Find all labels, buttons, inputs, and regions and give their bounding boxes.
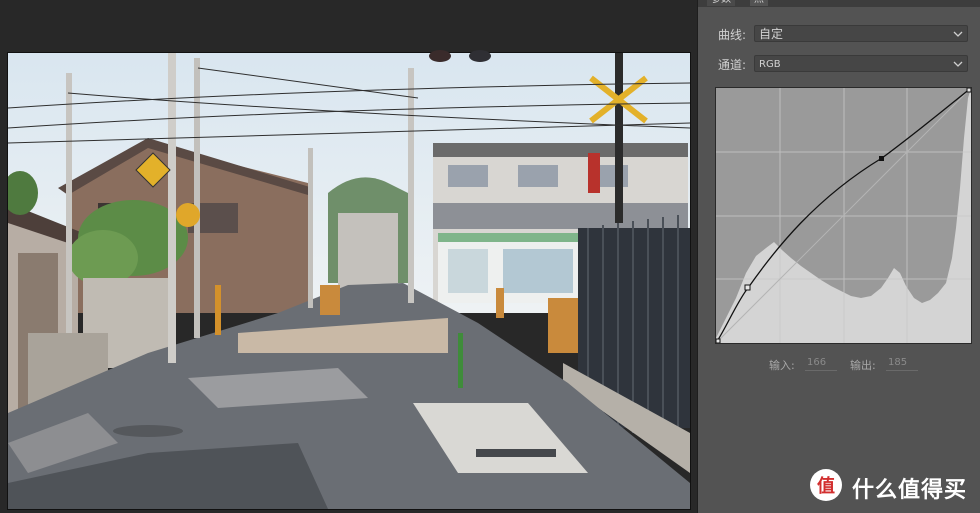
curves-properties-panel: 参数 点 曲线: 自定 通道: RGB (697, 0, 980, 513)
input-field[interactable]: 166 (805, 356, 837, 371)
channel-select[interactable]: RGB (754, 55, 968, 72)
logo-glyph: 值 (817, 475, 835, 497)
curve-point-shadow (744, 284, 751, 291)
curve-histogram-svg (715, 87, 972, 344)
signal-lights (429, 50, 491, 62)
curve-preset-label: 曲线: (718, 28, 747, 42)
canvas-area (0, 0, 697, 513)
curve-point-end (966, 87, 972, 93)
curve-graph[interactable] (715, 87, 972, 344)
curve-point-mid (879, 156, 884, 161)
output-label: 输出: (850, 359, 876, 372)
photo-preview[interactable] (7, 52, 691, 510)
curve-preset-value: 自定 (759, 27, 784, 41)
street-photo (8, 53, 690, 509)
curve-point-start (715, 338, 721, 344)
panel-tab-strip: 参数 点 (698, 0, 980, 7)
curve-preset-select[interactable]: 自定 (754, 25, 968, 42)
channel-label: 通道: (718, 58, 747, 72)
input-label: 输入: (769, 359, 795, 372)
zhide-logo-icon: 值 (810, 469, 842, 501)
chevron-down-icon (953, 61, 963, 67)
chevron-down-icon (953, 31, 963, 37)
channel-value: RGB (759, 59, 781, 70)
tab-points[interactable]: 点 (750, 0, 768, 6)
output-field[interactable]: 185 (886, 356, 918, 371)
tab-params[interactable]: 参数 (707, 0, 735, 6)
watermark-text: 什么值得买 (852, 478, 968, 503)
